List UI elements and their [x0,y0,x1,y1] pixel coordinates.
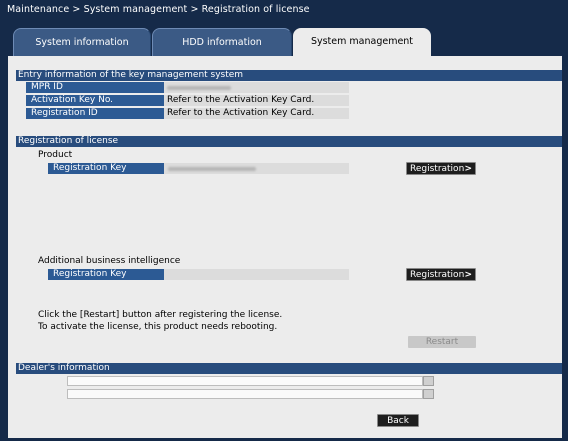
chevron-right-icon: > [464,270,472,280]
abi-registration-button[interactable]: Registration > [406,268,476,281]
product-registration-button[interactable]: Registration > [406,162,476,175]
product-registration-key-label: Registration Key [48,163,164,174]
license-section-header: Registration of license [16,136,562,147]
activation-key-value: Refer to the Activation Key Card. [164,95,349,106]
mpr-id-redacted [167,86,231,90]
back-button[interactable]: Back [377,414,419,427]
registration-id-label: Registration ID [26,108,164,119]
registration-id-value: Refer to the Activation Key Card. [164,108,349,119]
product-key-redacted [168,167,256,171]
dealer-section-header: Dealer's information [16,363,562,374]
restart-note-line2: To activate the license, this product ne… [38,322,278,332]
tab-system-information[interactable]: System information [13,28,151,56]
abi-registration-key-field[interactable] [164,269,349,280]
dealer-info-field-2[interactable] [67,389,423,399]
tab-label: HDD information [182,37,262,48]
mpr-id-label: MPR ID [26,82,164,93]
tab-hdd-information[interactable]: HDD information [152,28,292,56]
dealer-field-2-scroll[interactable] [423,389,434,399]
button-label: Registration [410,270,465,280]
abi-label: Additional business intelligence [38,256,181,266]
button-label: Registration [410,164,465,174]
activation-key-label: Activation Key No. [26,95,164,106]
mpr-id-value [164,82,349,93]
dealer-field-1-scroll[interactable] [423,376,434,386]
chevron-right-icon: > [464,164,472,174]
abi-registration-key-label: Registration Key [48,269,164,280]
product-registration-key-field[interactable] [164,163,349,174]
restart-note-line1: Click the [Restart] button after registe… [38,310,283,320]
tab-label: System management [310,36,414,47]
tab-label: System information [35,37,129,48]
entry-section-header: Entry information of the key management … [16,70,562,81]
tab-system-management[interactable]: System management [293,28,431,58]
breadcrumb: Maintenance > System management > Regist… [7,4,310,15]
dealer-info-field-1[interactable] [67,376,423,386]
restart-button[interactable]: Restart [408,336,476,348]
product-label: Product [38,150,73,160]
